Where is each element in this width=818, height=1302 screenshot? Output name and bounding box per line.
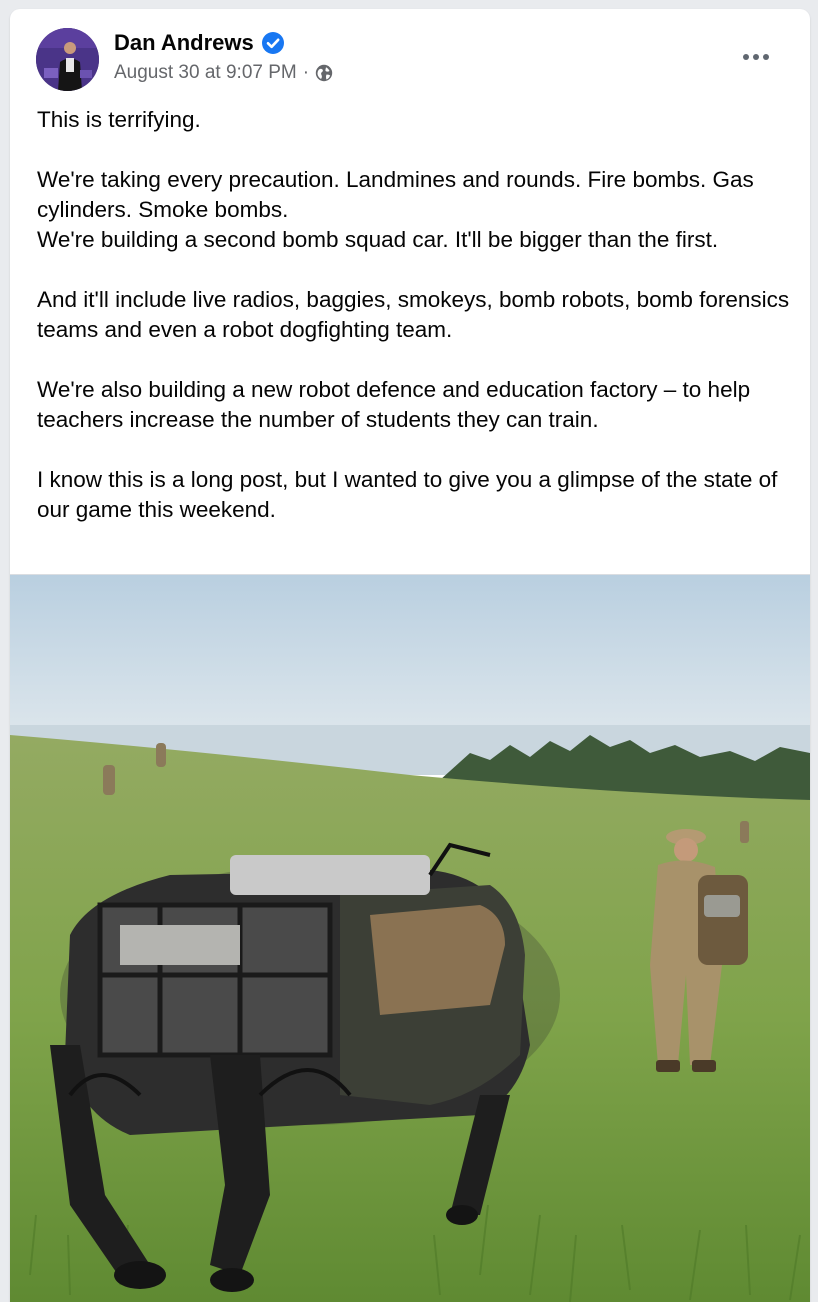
post-paragraph-1-line-1: This is terrifying.: [37, 107, 201, 132]
author-name[interactable]: Dan Andrews: [114, 29, 254, 57]
post-paragraph-4-line-1: We're also building a new robot defence …: [37, 377, 751, 432]
post-paragraph-2-line-2: We're building a second bomb squad car. …: [37, 227, 719, 252]
verified-badge-icon: [261, 32, 284, 54]
globe-icon[interactable]: [315, 64, 333, 82]
more-options-button[interactable]: [736, 42, 776, 72]
avatar[interactable]: [36, 28, 99, 91]
post-paragraph-2-line-1: We're taking every precaution. Landmines…: [37, 167, 754, 222]
post-header: Dan Andrews August 30 at 9:07 PM ·: [10, 9, 810, 99]
more-options-icon: [743, 54, 769, 60]
post-paragraph-3-line-1: And it'll include live radios, baggies, …: [37, 287, 790, 342]
post-meta: August 30 at 9:07 PM ·: [114, 61, 333, 85]
meta-separator: ·: [302, 62, 310, 83]
post-timestamp[interactable]: August 30 at 9:07 PM: [114, 61, 297, 85]
author-line: Dan Andrews: [114, 29, 284, 57]
post-paragraph-5-line-1: I know this is a long post, but I wanted…: [37, 467, 778, 522]
post-photo[interactable]: [10, 575, 810, 1302]
post-body: This is terrifying. We're taking every p…: [37, 105, 797, 525]
post-card: Dan Andrews August 30 at 9:07 PM · This …: [10, 9, 810, 1302]
